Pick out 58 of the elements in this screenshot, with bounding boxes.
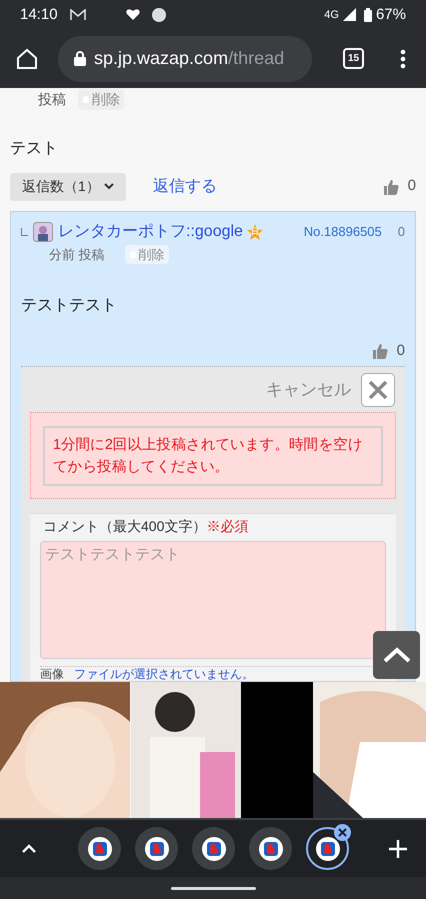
reply-branch-icon	[21, 228, 28, 236]
post-number: No.18896505	[304, 223, 382, 242]
url-text: sp.jp.wazap.com/thread	[94, 47, 284, 70]
post-time: 分前 投稿	[49, 246, 105, 264]
home-icon[interactable]	[16, 48, 38, 70]
ball-icon	[152, 8, 166, 22]
close-icon	[368, 380, 388, 400]
reply-body: テストテスト	[21, 296, 117, 316]
reply-count-button[interactable]: 返信数（1）	[10, 172, 126, 200]
site-logo-icon	[316, 836, 340, 860]
thumbs-up-icon[interactable]	[370, 342, 389, 360]
like-count: 0	[408, 176, 416, 196]
site-logo-icon	[202, 836, 226, 860]
cancel-label: キャンセル	[266, 379, 351, 402]
battery-level: 67%	[376, 4, 406, 25]
comment-label: コメント（最大400文字）	[43, 517, 206, 536]
lock-icon	[74, 51, 86, 66]
tab-thumbnail[interactable]	[249, 827, 292, 870]
home-indicator[interactable]	[170, 886, 256, 890]
avatar-icon	[33, 222, 53, 242]
chevron-down-icon	[104, 183, 114, 190]
tab-thumbnail[interactable]	[78, 827, 121, 870]
address-bar[interactable]: sp.jp.wazap.com/thread	[58, 36, 312, 82]
required-mark: ※必須	[206, 517, 248, 536]
file-status-link[interactable]: ファイルが選択されていません。	[74, 668, 254, 680]
reply-count: 0	[398, 223, 405, 242]
error-message: 1分間に2回以上投稿されています。時間を空けてから投稿してください。	[43, 426, 383, 486]
comment-field[interactable]: テストテストテスト	[40, 541, 386, 659]
delete-button[interactable]: 削除	[78, 89, 124, 110]
close-tab-button[interactable]	[334, 824, 351, 841]
heart-icon	[126, 8, 140, 22]
reply-link[interactable]: 返信する	[152, 174, 217, 198]
tab-thumbnail[interactable]	[192, 827, 235, 870]
scroll-to-top-button[interactable]	[373, 631, 420, 679]
post-label: 投稿	[38, 90, 66, 109]
more-icon[interactable]	[400, 48, 406, 69]
network-type: 4G	[324, 8, 339, 23]
mail-icon	[70, 8, 86, 21]
close-icon	[338, 828, 347, 837]
tab-thumbnail[interactable]	[306, 827, 349, 870]
thumbs-up-icon[interactable]	[382, 178, 400, 196]
post-body: テスト	[10, 138, 58, 158]
site-logo-icon	[144, 836, 168, 860]
plus-icon[interactable]	[389, 840, 407, 858]
image-label: 画像	[40, 668, 64, 680]
chevron-up-icon	[382, 647, 410, 663]
delete-button[interactable]: 削除	[124, 244, 169, 264]
close-button[interactable]	[361, 373, 395, 407]
site-logo-icon	[258, 836, 282, 860]
tab-thumbnail[interactable]	[135, 827, 178, 870]
tab-count-button[interactable]: 15	[343, 48, 364, 70]
clock-time: 14:10	[20, 4, 58, 25]
site-logo-icon	[88, 836, 112, 860]
like-count: 0	[396, 340, 405, 360]
author-link[interactable]: レンタカーポトフ::google	[58, 220, 243, 244]
battery-icon	[364, 8, 372, 22]
chevron-up-icon[interactable]	[22, 844, 36, 853]
signal-icon	[342, 8, 356, 22]
